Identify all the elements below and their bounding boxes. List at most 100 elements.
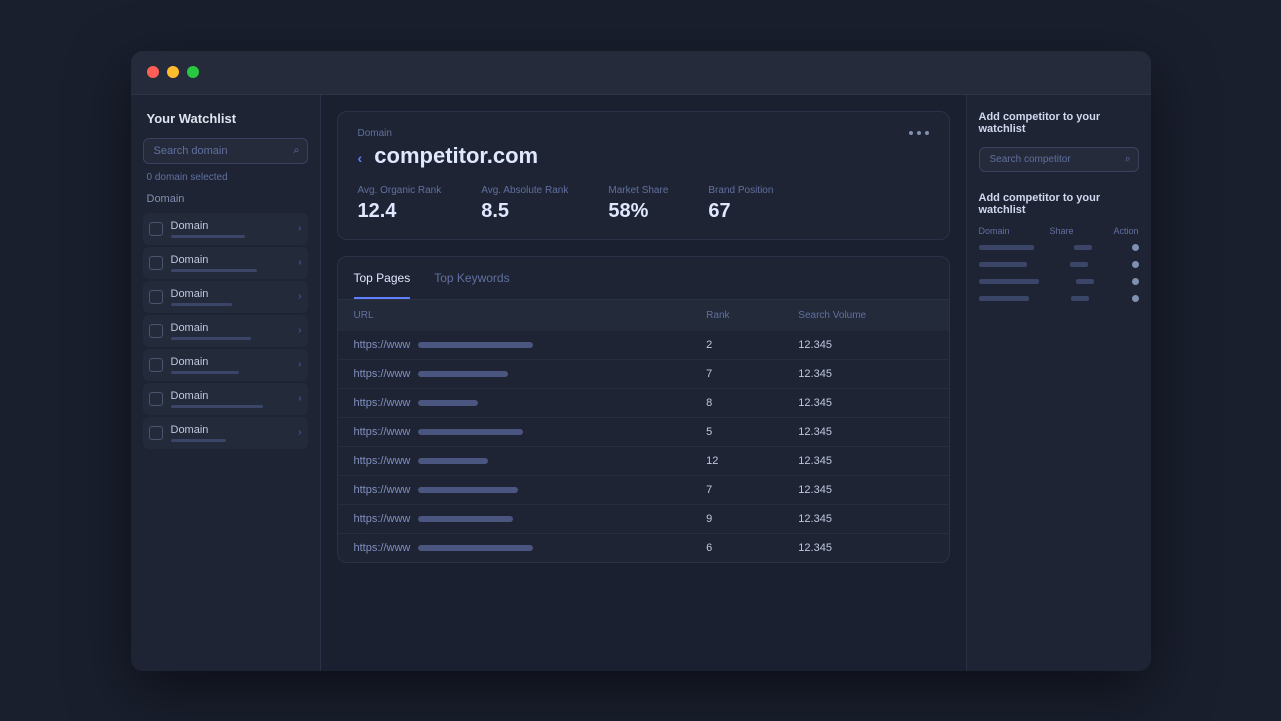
rank-cell: 7	[690, 475, 782, 504]
domain-bar	[171, 235, 245, 238]
domain-bar	[171, 371, 239, 374]
tab-top-keywords[interactable]: Top Keywords	[434, 271, 509, 299]
domain-item-label: Domain	[171, 220, 295, 232]
domain-checkbox[interactable]	[149, 290, 163, 304]
table-row: https://www 7 12.345	[338, 475, 949, 504]
volume-cell: 12.345	[782, 504, 948, 533]
wt-share-bar	[1071, 296, 1089, 301]
rank-cell: 8	[690, 388, 782, 417]
domain-checkbox[interactable]	[149, 324, 163, 338]
url-cell: https://www	[338, 331, 691, 360]
dot-icon	[909, 131, 913, 135]
metric-label: Avg. Absolute Rank	[481, 185, 568, 196]
action-dot-icon[interactable]	[1132, 278, 1139, 285]
table-row: https://www 9 12.345	[338, 504, 949, 533]
minimize-button[interactable]	[167, 66, 179, 78]
sidebar-domain-item[interactable]: Domain ›	[143, 247, 308, 279]
search-icon: ⌕	[293, 144, 299, 157]
app-body: Your Watchlist ⌕ 0 domain selected Domai…	[131, 95, 1151, 671]
col-header-url: URL	[338, 300, 691, 331]
sidebar-domain-item[interactable]: Domain ›	[143, 315, 308, 347]
watchlist-row	[979, 278, 1139, 285]
top-pages-table: URLRankSearch Volume https://www 2 12.34…	[338, 300, 949, 562]
watchlist-bottom-title: Add competitor to your watchlist	[979, 192, 1139, 216]
url-bar	[418, 429, 523, 435]
domain-card-header: Domain	[358, 128, 929, 139]
action-dot-icon[interactable]	[1132, 244, 1139, 251]
url-bar	[418, 458, 488, 464]
sidebar-domain-item[interactable]: Domain ›	[143, 383, 308, 415]
domain-item-content: Domain	[171, 288, 295, 306]
wt-domain-bar	[979, 296, 1029, 301]
table-row: https://www 2 12.345	[338, 331, 949, 360]
metric-value: 12.4	[358, 200, 442, 223]
volume-cell: 12.345	[782, 388, 948, 417]
domain-bar	[171, 405, 264, 408]
sidebar-title: Your Watchlist	[143, 111, 308, 126]
url-cell: https://www	[338, 388, 691, 417]
watchlist-row	[979, 261, 1139, 268]
domain-item-label: Domain	[171, 424, 295, 436]
add-competitor-title: Add competitor to your watchlist	[979, 111, 1139, 135]
domain-item-content: Domain	[171, 424, 295, 442]
wt-share-col-header: Share	[1049, 226, 1073, 236]
url-bar	[418, 400, 478, 406]
metric-label: Avg. Organic Rank	[358, 185, 442, 196]
watchlist-rows	[979, 244, 1139, 302]
url-cell: https://www	[338, 446, 691, 475]
search-box: ⌕	[143, 138, 308, 164]
url-cell: https://www	[338, 533, 691, 562]
app-window: Your Watchlist ⌕ 0 domain selected Domai…	[131, 51, 1151, 671]
metric-0: Avg. Organic Rank 12.4	[358, 185, 442, 223]
search-input[interactable]	[143, 138, 308, 164]
rank-cell: 12	[690, 446, 782, 475]
domain-checkbox[interactable]	[149, 222, 163, 236]
sidebar-domain-item[interactable]: Domain ›	[143, 417, 308, 449]
sidebar-domain-item[interactable]: Domain ›	[143, 281, 308, 313]
domain-item-label: Domain	[171, 356, 295, 368]
url-cell: https://www	[338, 417, 691, 446]
metric-value: 58%	[608, 200, 668, 223]
domain-item-label: Domain	[171, 254, 295, 266]
sidebar-domain-item[interactable]: Domain ›	[143, 213, 308, 245]
table-row: https://www 8 12.345	[338, 388, 949, 417]
close-button[interactable]	[147, 66, 159, 78]
domain-item-content: Domain	[171, 254, 295, 272]
volume-cell: 12.345	[782, 417, 948, 446]
sidebar-domain-item[interactable]: Domain ›	[143, 349, 308, 381]
tab-top-pages[interactable]: Top Pages	[354, 271, 411, 299]
action-dot-icon[interactable]	[1132, 261, 1139, 268]
url-text: https://www	[354, 542, 411, 554]
url-text: https://www	[354, 397, 411, 409]
domain-checkbox[interactable]	[149, 392, 163, 406]
competitor-search-input[interactable]	[979, 147, 1139, 172]
url-text: https://www	[354, 368, 411, 380]
maximize-button[interactable]	[187, 66, 199, 78]
url-bar	[418, 545, 533, 551]
chevron-right-icon: ›	[298, 427, 301, 438]
dot-icon	[917, 131, 921, 135]
domain-item-label: Domain	[171, 390, 295, 402]
url-text: https://www	[354, 484, 411, 496]
wt-domain-col-header: Domain	[979, 226, 1010, 236]
watchlist-bottom: Add competitor to your watchlist Domain …	[979, 192, 1139, 302]
volume-cell: 12.345	[782, 331, 948, 360]
traffic-lights	[147, 66, 199, 78]
more-options-button[interactable]	[909, 131, 929, 135]
competitor-search-icon: ⌕	[1125, 154, 1131, 165]
wt-domain-bar	[979, 279, 1039, 284]
chevron-right-icon: ›	[298, 393, 301, 404]
domain-checkbox[interactable]	[149, 358, 163, 372]
domain-checkbox[interactable]	[149, 426, 163, 440]
metric-label: Market Share	[608, 185, 668, 196]
domain-checkbox[interactable]	[149, 256, 163, 270]
url-text: https://www	[354, 513, 411, 525]
action-dot-icon[interactable]	[1132, 295, 1139, 302]
domain-card-label: Domain	[358, 128, 392, 139]
back-arrow-icon[interactable]: ‹	[358, 150, 363, 166]
chevron-right-icon: ›	[298, 223, 301, 234]
wt-domain-bar	[979, 245, 1034, 250]
table-body: https://www 2 12.345 https://www 7 12.34…	[338, 331, 949, 562]
col-header-rank: Rank	[690, 300, 782, 331]
chevron-right-icon: ›	[298, 325, 301, 336]
